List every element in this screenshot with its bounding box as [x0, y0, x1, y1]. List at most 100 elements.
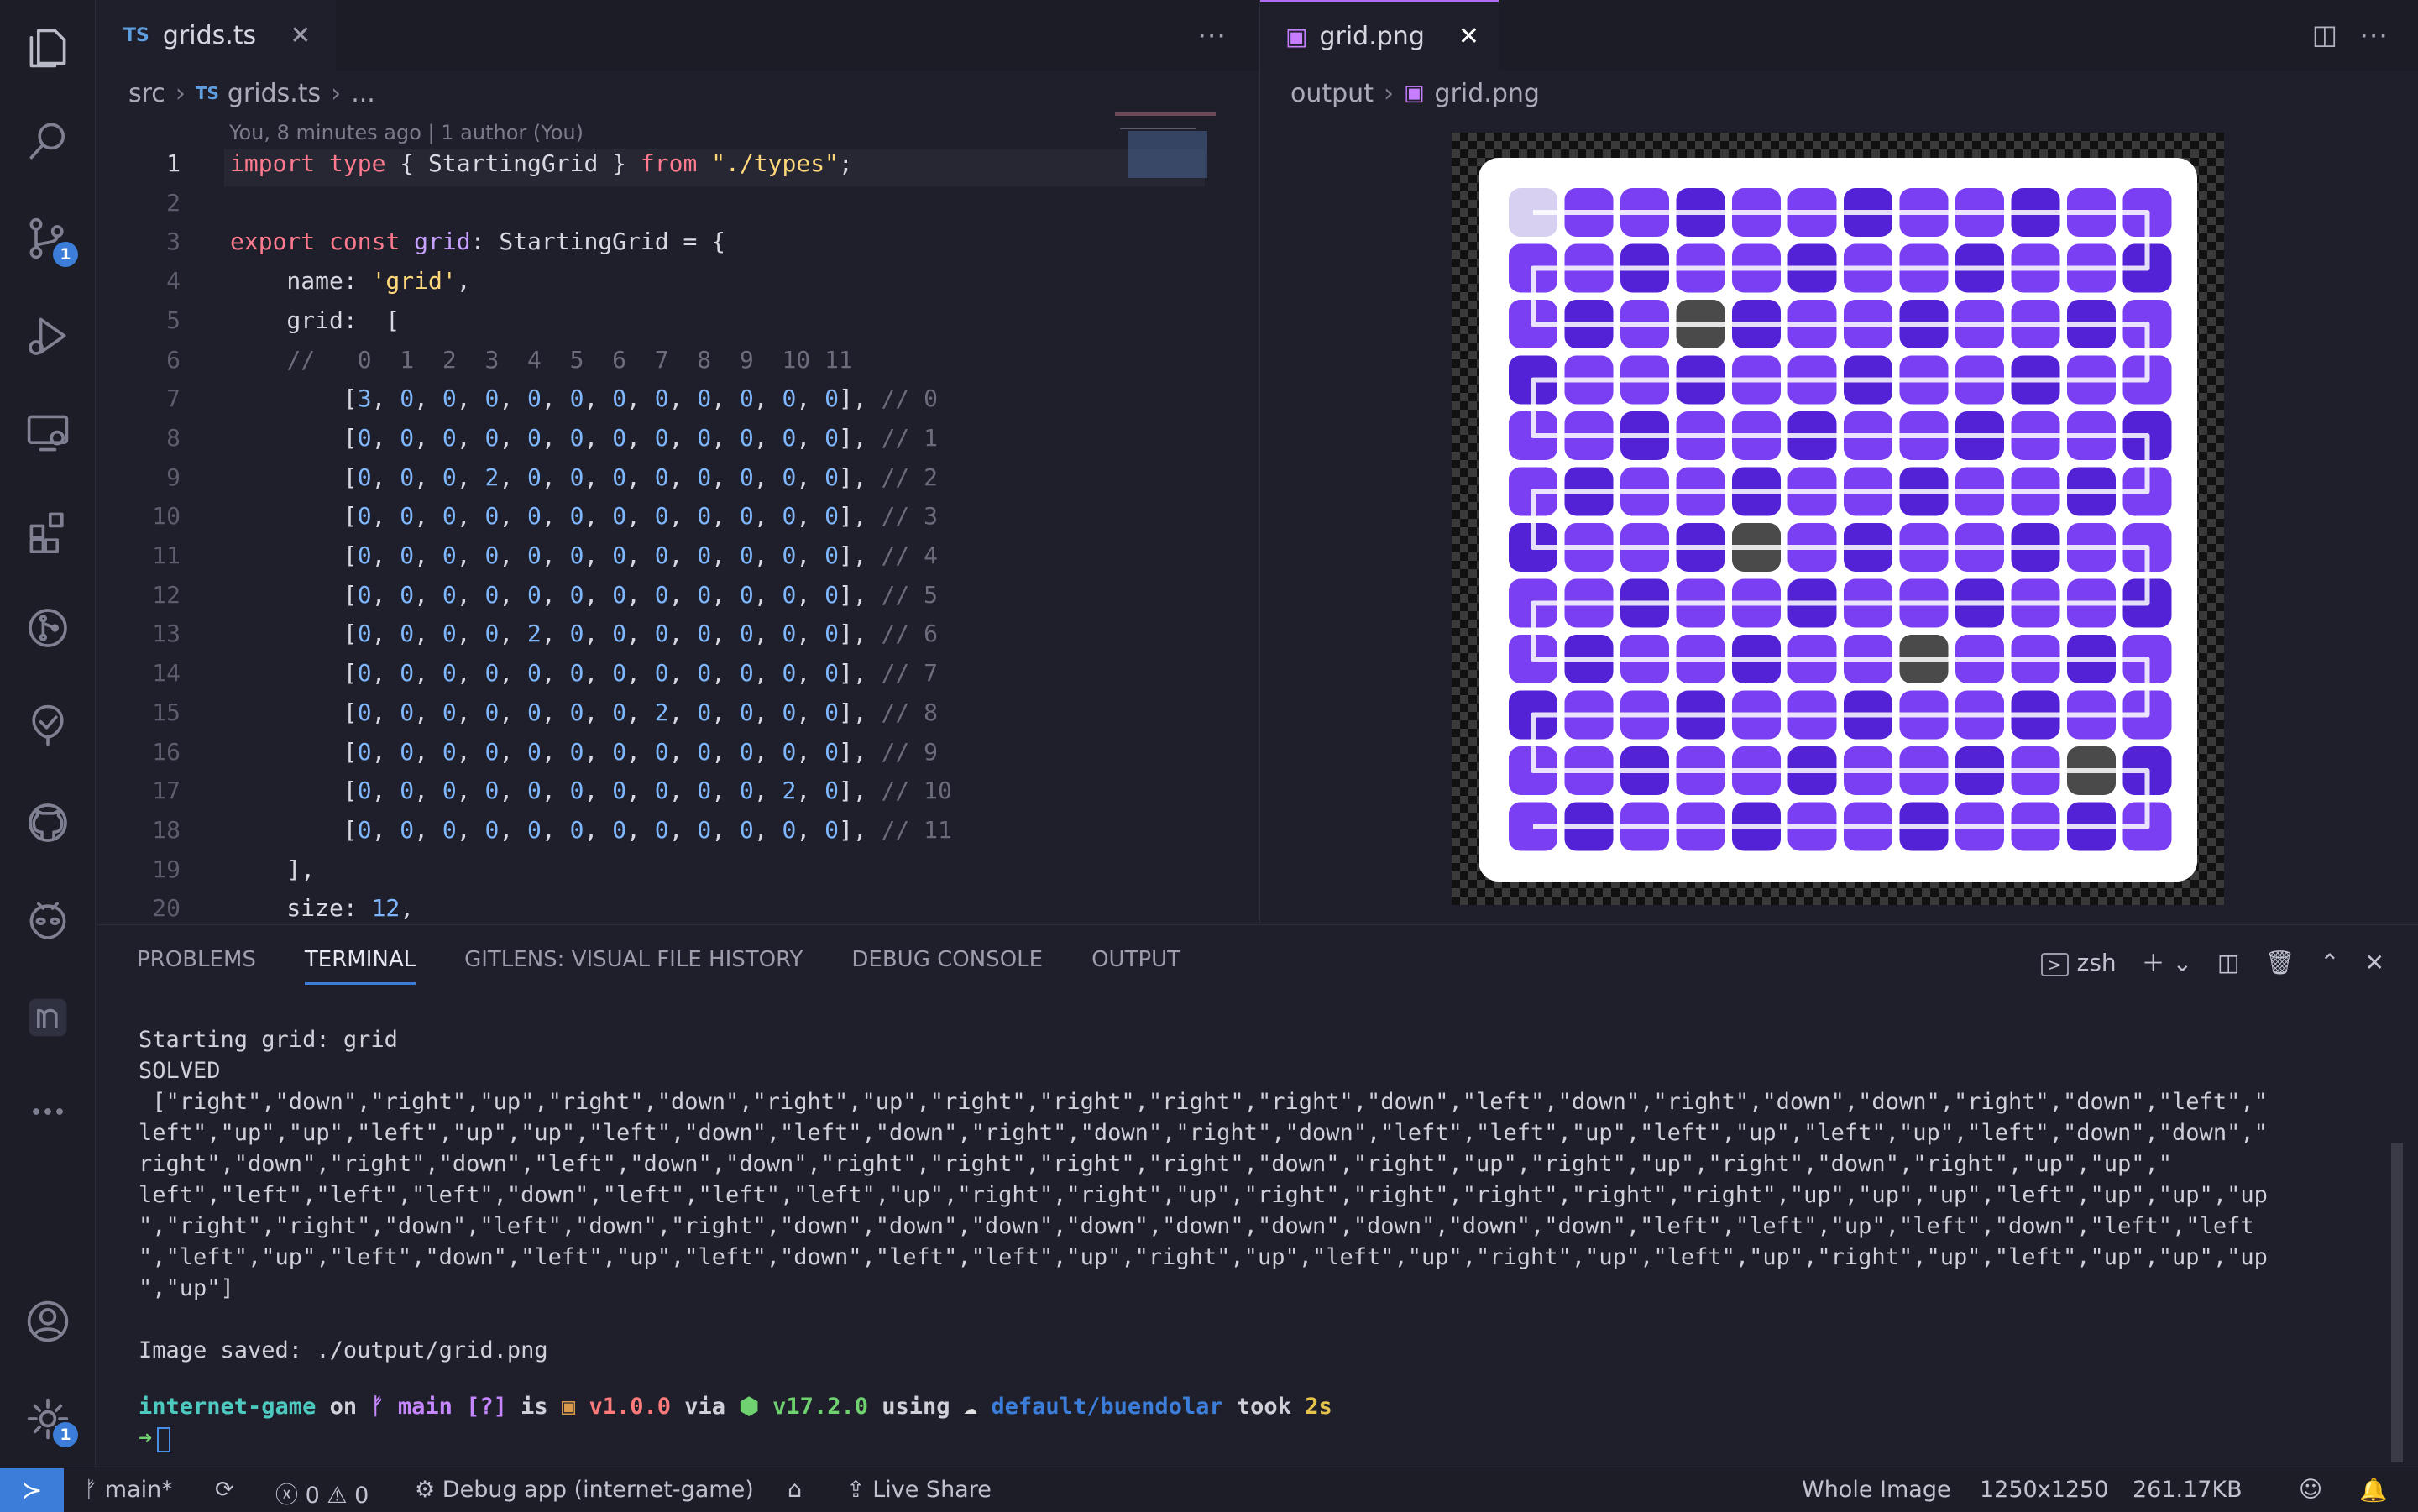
line-number: 20 — [152, 894, 181, 923]
terminal-line: Starting grid: grid — [139, 1027, 398, 1053]
sync-icon[interactable]: ⟳ — [215, 1477, 234, 1503]
error-icon: ⓧ — [275, 1483, 306, 1509]
git-graph-icon[interactable] — [23, 603, 73, 653]
live-share[interactable]: ⇪ Live Share — [846, 1477, 992, 1503]
terminal-line: SOLVED — [139, 1058, 221, 1084]
home-icon[interactable]: ⌂ — [788, 1477, 802, 1503]
split-terminal-icon[interactable]: ◫ — [2217, 949, 2239, 976]
line-number: 9 — [166, 463, 181, 491]
code-line[interactable]: size: 12, — [230, 894, 414, 922]
code-line[interactable]: import type { StartingGrid } from "./typ… — [230, 149, 853, 177]
tab-terminal[interactable]: TERMINAL — [304, 947, 416, 985]
tab-grid-png[interactable]: ▣ grid.png ✕ — [1260, 0, 1499, 71]
feedback-icon[interactable]: ☺ — [2299, 1477, 2322, 1503]
more-icon[interactable] — [23, 1086, 73, 1137]
warning-count: 0 — [354, 1483, 369, 1509]
testing-icon[interactable] — [23, 700, 73, 751]
code-line[interactable]: [0, 0, 0, 0, 2, 0, 0, 0, 0, 0, 0, 0], //… — [230, 620, 938, 647]
terminal-line: right","down","right","down","left","dow… — [139, 1151, 2173, 1177]
terminal-cursor — [157, 1426, 171, 1452]
code-line[interactable]: [0, 0, 0, 0, 0, 0, 0, 0, 0, 0, 0, 0], //… — [230, 738, 938, 766]
code-line[interactable]: export const grid: StartingGrid = { — [230, 228, 725, 255]
new-terminal-icon[interactable]: ＋ ⌄ — [2142, 945, 2192, 979]
tab-gitlens-visual-file-history[interactable]: GITLENS: VISUAL FILE HISTORY — [464, 947, 803, 985]
code-line[interactable]: [0, 0, 0, 0, 0, 0, 0, 0, 0, 0, 0, 0], //… — [230, 424, 938, 452]
more-actions-icon[interactable]: ⋯ — [1197, 18, 1226, 52]
chevron-right-icon: › — [1383, 78, 1394, 108]
tab-problems[interactable]: PROBLEMS — [137, 947, 256, 985]
breadcrumb-folder[interactable]: output — [1290, 79, 1374, 108]
code-line[interactable]: [3, 0, 0, 0, 0, 0, 0, 0, 0, 0, 0, 0], //… — [230, 385, 938, 412]
code-line[interactable]: // 0 1 2 3 4 5 6 7 8 9 10 11 — [230, 346, 852, 374]
minimap[interactable] — [1115, 112, 1216, 180]
search-icon[interactable] — [23, 116, 73, 166]
terminal-scrollbar[interactable] — [2391, 1143, 2403, 1462]
extensions-icon[interactable] — [23, 505, 73, 556]
terminal-icon: > — [2040, 952, 2069, 976]
cloud-icon: ☁ — [963, 1394, 978, 1420]
code-line[interactable]: [0, 0, 0, 0, 0, 0, 0, 0, 0, 0, 0, 0], //… — [230, 502, 938, 530]
branch-status[interactable]: ᚠ main* — [84, 1477, 173, 1503]
line-number: 7 — [166, 385, 181, 413]
code-line[interactable]: [0, 0, 0, 0, 0, 0, 0, 0, 0, 0, 2, 0], //… — [230, 777, 952, 804]
image-tab-bar: ▣ grid.png ✕ ◫ ⋯ — [1260, 0, 2418, 71]
close-icon[interactable]: ✕ — [290, 21, 311, 50]
terminal-line: left","left","left","left","down","left"… — [139, 1182, 2268, 1208]
tab-label: grids.ts — [162, 20, 257, 50]
image-view-mode[interactable]: Whole Image — [1802, 1477, 1951, 1503]
maximize-panel-icon[interactable]: ⌃ — [2320, 949, 2339, 976]
code-line[interactable]: [0, 0, 0, 0, 0, 0, 0, 0, 0, 0, 0, 0], //… — [230, 581, 938, 609]
tab-output[interactable]: OUTPUT — [1091, 947, 1180, 985]
tab-label: grid.png — [1319, 21, 1425, 51]
problems-status[interactable]: ⓧ 0 ⚠ 0 — [275, 1477, 369, 1509]
panel-toolbar: > zsh ＋ ⌄ ◫ 🗑 ⌃ ✕ — [2040, 945, 2384, 979]
m-extension-icon[interactable] — [23, 992, 73, 1043]
terminal-output[interactable]: Starting grid: grid SOLVED ["right","down… — [139, 1024, 2268, 1397]
terminal-prompt: internet-game on ᚠ main [?] is ▣ v1.0.0 … — [139, 1391, 1332, 1422]
code-editor-group: TS grids.ts ✕ ⋯ src › TS grids.ts › ... … — [97, 0, 1259, 961]
more-actions-icon[interactable]: ⋯ — [2359, 18, 2388, 52]
breadcrumb-file[interactable]: grids.ts — [228, 79, 321, 108]
code-line[interactable]: [0, 0, 0, 0, 0, 0, 0, 0, 0, 0, 0, 0], //… — [230, 659, 938, 687]
code-line[interactable]: grid: [ — [230, 306, 400, 334]
tab-debug-console[interactable]: DEBUG CONSOLE — [851, 947, 1043, 985]
terminal-line: Image saved: ./output/grid.png — [139, 1337, 548, 1363]
close-icon[interactable]: ✕ — [1458, 22, 1479, 51]
code-line[interactable]: name: 'grid', — [230, 267, 470, 295]
alien-extension-icon[interactable] — [23, 895, 73, 945]
debug-label: Debug app (internet-game) — [442, 1477, 754, 1503]
line-number: 11 — [152, 541, 181, 569]
accounts-icon[interactable] — [23, 1296, 73, 1347]
grid-image-preview[interactable] — [1452, 133, 2224, 905]
git-blame-annotation[interactable]: You, 8 minutes ago | 1 author (You) — [229, 121, 584, 144]
code-line[interactable]: [0, 0, 0, 2, 0, 0, 0, 0, 0, 0, 0, 0], //… — [230, 463, 938, 491]
debug-status[interactable]: ⚙ Debug app (internet-game) — [415, 1477, 754, 1503]
prompt-dir: internet-game — [139, 1394, 317, 1420]
remote-explorer-icon[interactable] — [23, 408, 73, 458]
code-line[interactable]: ], — [230, 855, 315, 883]
split-editor-icon[interactable]: ◫ — [2312, 18, 2337, 50]
line-number: 2 — [166, 188, 181, 217]
breadcrumb-src[interactable]: src — [128, 79, 165, 108]
settings-icon[interactable]: 1 — [23, 1394, 78, 1447]
remote-indicator-icon[interactable]: ≻ — [0, 1468, 64, 1512]
tab-grids-ts[interactable]: TS grids.ts ✕ — [97, 0, 336, 71]
notifications-icon[interactable]: 🔔 — [2359, 1477, 2388, 1504]
trash-icon[interactable]: 🗑 — [2265, 949, 2295, 976]
code-line[interactable]: [0, 0, 0, 0, 0, 0, 0, 0, 0, 0, 0, 0], //… — [230, 541, 938, 569]
terminal-shell-selector[interactable]: > zsh — [2040, 949, 2117, 976]
explorer-icon[interactable] — [23, 22, 73, 72]
run-debug-icon[interactable] — [23, 311, 73, 361]
source-control-icon[interactable]: 1 — [23, 213, 78, 267]
breadcrumb-file[interactable]: grid.png — [1435, 79, 1540, 108]
branch-icon: ᚠ — [370, 1394, 385, 1420]
image-file-icon: ▣ — [1285, 22, 1308, 50]
prompt-branch: main [?] — [397, 1394, 507, 1420]
close-panel-icon[interactable]: ✕ — [2365, 949, 2384, 976]
breadcrumb-symbol[interactable]: ... — [351, 79, 375, 108]
prompt-text: is — [521, 1394, 548, 1420]
line-number: 3 — [166, 228, 181, 256]
code-line[interactable]: [0, 0, 0, 0, 0, 0, 0, 2, 0, 0, 0, 0], //… — [230, 698, 938, 726]
code-line[interactable]: [0, 0, 0, 0, 0, 0, 0, 0, 0, 0, 0, 0], //… — [230, 816, 952, 844]
github-icon[interactable] — [23, 798, 73, 848]
